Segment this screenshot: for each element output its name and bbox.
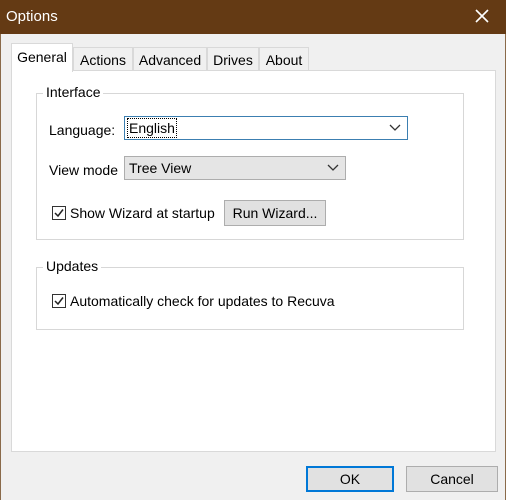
interface-legend: Interface — [43, 84, 104, 100]
close-icon — [475, 9, 489, 23]
window-title: Options — [6, 8, 58, 25]
viewmode-dropdown[interactable]: Tree View — [124, 156, 346, 180]
interface-groupbox: Interface Language: English View mode Tr… — [36, 84, 464, 240]
language-value: English — [127, 118, 177, 138]
tab-general[interactable]: General — [11, 43, 73, 72]
tab-about[interactable]: About — [259, 47, 309, 71]
updates-legend: Updates — [43, 258, 102, 274]
close-button[interactable] — [470, 4, 494, 28]
show-wizard-label[interactable]: Show Wizard at startup — [70, 205, 215, 221]
window-border — [0, 34, 1, 500]
auto-update-label[interactable]: Automatically check for updates to Recuv… — [70, 293, 335, 309]
chevron-down-icon — [327, 164, 339, 171]
updates-groupbox: Updates Automatically check for updates … — [36, 258, 464, 330]
tab-drives[interactable]: Drives — [207, 47, 259, 71]
viewmode-label: View mode — [49, 162, 119, 178]
language-label: Language: — [49, 122, 116, 138]
ok-button[interactable]: OK — [306, 466, 394, 492]
viewmode-value: Tree View — [129, 160, 192, 176]
general-tab-panel: Interface Language: English View mode Tr… — [11, 70, 496, 452]
title-bar: Options — [0, 0, 506, 34]
language-dropdown[interactable]: English — [124, 116, 408, 140]
show-wizard-checkbox[interactable] — [52, 206, 66, 220]
check-icon — [54, 297, 64, 306]
tab-advanced[interactable]: Advanced — [133, 47, 207, 71]
cancel-button[interactable]: Cancel — [406, 466, 498, 492]
run-wizard-button[interactable]: Run Wizard... — [224, 200, 326, 226]
tab-actions[interactable]: Actions — [73, 47, 133, 71]
chevron-down-icon — [389, 124, 401, 131]
auto-update-checkbox[interactable] — [52, 294, 66, 308]
check-icon — [54, 209, 64, 218]
